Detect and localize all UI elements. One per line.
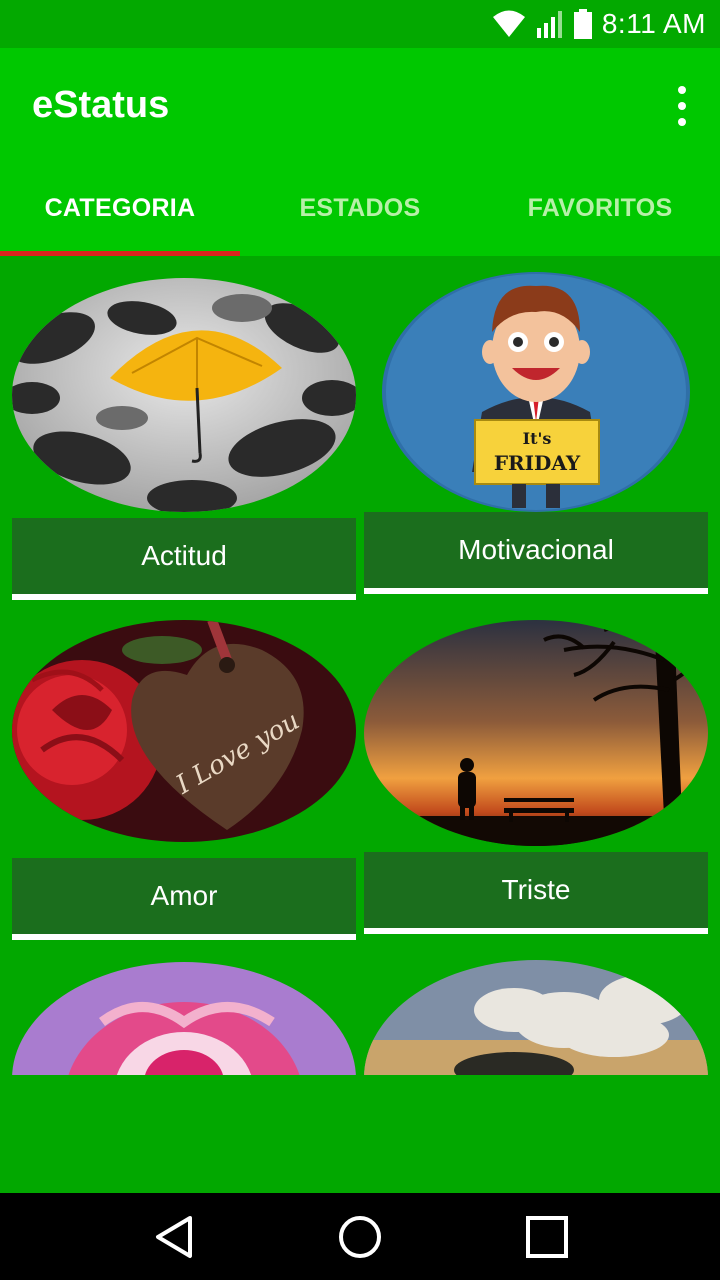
category-label: Motivacional	[364, 512, 708, 594]
tab-bar: CATEGORIA ESTADOS FAVORITOS	[0, 160, 720, 256]
friday-sign-line1: It's	[523, 429, 552, 448]
its-friday-image: It's FRIDAY	[382, 272, 690, 512]
app-bar: eStatus CATEGORIA ESTADOS FAVORITOS	[0, 48, 720, 256]
friday-sign-line2: FRIDAY	[494, 451, 581, 475]
status-bar: 8:11 AM	[0, 0, 720, 48]
tab-estados[interactable]: ESTADOS	[240, 160, 480, 256]
heart-rose-image: I Love you	[12, 620, 356, 842]
tab-categoria[interactable]: CATEGORIA	[0, 160, 240, 256]
status-icons: 8:11 AM	[492, 0, 706, 48]
system-nav-bar	[0, 1193, 720, 1280]
umbrellas-image	[12, 278, 356, 512]
content-bottom-padding	[0, 1075, 720, 1193]
sunset-bench-image	[364, 620, 708, 846]
status-time: 8:11 AM	[601, 8, 706, 39]
back-icon[interactable]	[143, 1207, 203, 1267]
app-title: eStatus	[32, 84, 170, 126]
category-grid-area: Actitud It's FRIDAY Motivacional I Love …	[0, 256, 720, 1193]
signal-icon	[536, 11, 562, 38]
tab-favoritos[interactable]: FAVORITOS	[480, 160, 720, 256]
category-label: Actitud	[12, 518, 356, 600]
more-vertical-icon[interactable]	[672, 86, 692, 126]
category-label: Triste	[364, 852, 708, 934]
home-icon[interactable]	[330, 1207, 390, 1267]
category-label: Amor	[12, 858, 356, 940]
wifi-icon	[492, 10, 525, 37]
battery-icon	[573, 9, 592, 39]
recents-icon[interactable]	[517, 1207, 577, 1267]
